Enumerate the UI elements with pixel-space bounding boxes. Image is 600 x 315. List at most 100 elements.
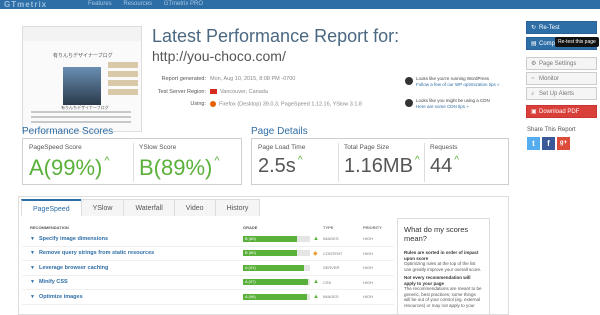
grade-bar-remainder	[308, 279, 310, 286]
grade-bar: B (80)	[243, 250, 297, 257]
grade-bar-remainder	[307, 293, 310, 300]
performance-scores-box: PageSpeed Score A(99%) ^ YSlow Score B(89…	[22, 138, 242, 185]
load-time-value: 2.5s	[258, 155, 296, 177]
recommendation-cell[interactable]: ▼ Leverage browser caching	[22, 265, 243, 271]
table-row[interactable]: ▼ Remove query strings from static resour…	[22, 247, 394, 261]
recommendation-cell[interactable]: ▼ Specify image dimensions	[22, 236, 243, 242]
grade-bar: B (80)	[243, 235, 297, 242]
alerts-button[interactable]: ♪ Set Up Alerts	[526, 87, 597, 100]
generated-label: Report generated:	[161, 76, 206, 83]
report-url: http://you-choco.com/	[152, 48, 286, 64]
monitor-icon: ~	[531, 76, 535, 82]
alerts-label: Set Up Alerts	[539, 91, 575, 97]
using-value-wrap: Firefox (Desktop) 39.0.3, PageSpeed 1.12…	[210, 101, 362, 107]
type-cell: CSS	[323, 279, 332, 285]
table-row[interactable]: ▼ Leverage browser caching A (91) SERVER HIG…	[22, 261, 394, 276]
grade-cell: B (80) ▲	[243, 235, 323, 242]
trend-up-icon: ▲	[313, 235, 319, 242]
nav-pro[interactable]: GTmetrix PRO	[164, 1, 203, 7]
recommendation-cell[interactable]: ▼ Optimize images	[22, 294, 243, 300]
table-row[interactable]: ▼ Specify image dimensions B (80) ▲ IMAGES HI…	[22, 232, 394, 247]
type-cell: IMAGES	[323, 294, 339, 300]
top-bar: GTmetrix Features Resources GTmetrix PRO	[0, 0, 600, 9]
page-size-up-icon: ^	[414, 155, 420, 166]
firefox-icon	[210, 101, 216, 108]
nav-resources[interactable]: Resources	[123, 1, 152, 7]
recommendation-name: Remove query strings from static resourc…	[38, 250, 155, 257]
thumb-header	[23, 27, 141, 41]
type-cell: SERVER	[323, 265, 340, 271]
yslow-value: B(89%)	[139, 155, 213, 180]
grade-cell: A (96) ▲	[243, 293, 323, 300]
report-tabs: PageSpeed YSlow Waterfall Video History	[21, 199, 261, 216]
gear-icon: ⚙	[531, 61, 537, 67]
expand-arrow-icon[interactable]: ▼	[30, 279, 35, 285]
page-size-value: 1.16MB	[344, 155, 413, 177]
priority-cell: HIGH	[363, 265, 373, 271]
grade-cell: A (91)	[243, 264, 323, 271]
notes-panel: Looks like you're running WordPress Foll…	[405, 76, 500, 120]
download-pdf-button[interactable]: ▣ Download PDF	[526, 105, 597, 118]
requests-label: Requests	[430, 144, 458, 151]
retest-tooltip: Re-test this page	[555, 37, 599, 47]
table-row[interactable]: ▼ Optimize images A (96) ▲ IMAGES HIGH	[22, 290, 394, 305]
load-time-cell: Page Load Time 2.5s ^	[252, 139, 338, 184]
page-settings-button[interactable]: ⚙ Page Settings	[526, 57, 597, 70]
page-details-title: Page Details	[251, 126, 308, 137]
tab-yslow[interactable]: YSlow	[80, 199, 125, 216]
using-value: Firefox (Desktop) 39.0.3, PageSpeed 1.12…	[219, 101, 362, 108]
cdn-tips-link[interactable]: Here are some CDN tips »	[416, 104, 500, 110]
gtmetrix-logo[interactable]: GTmetrix	[4, 0, 47, 9]
facebook-share-icon[interactable]: f	[542, 137, 555, 150]
recommendation-cell[interactable]: ▼ Minify CSS	[22, 279, 243, 285]
grade-bar-remainder	[297, 235, 310, 242]
report-meta: Report generated: Mon, Aug 10, 2015, 8:0…	[140, 73, 362, 111]
type-cell: IMAGES	[323, 236, 339, 242]
region-label: Test Server Region:	[157, 88, 206, 95]
performance-scores-title: Performance Scores	[22, 126, 114, 137]
page-settings-label: Page Settings	[539, 61, 577, 67]
retest-button[interactable]: ↻ Re-Test	[526, 21, 597, 34]
pagespeed-grade: A(99%) ^	[29, 155, 110, 181]
page-size-metric: 1.16MB ^	[344, 155, 420, 178]
grade-cell: A (97) ▲	[243, 279, 323, 286]
wordpress-tips-link[interactable]: Follow a few of our WP optimization tips…	[416, 82, 500, 88]
recommendation-name: Leverage browser caching	[38, 264, 109, 271]
header-grade: GRADE	[243, 225, 258, 230]
grade-bar: A (96)	[243, 293, 307, 300]
pagespeed-up-icon: ^	[104, 155, 110, 167]
top-nav: Features Resources GTmetrix PRO	[88, 0, 213, 8]
expand-arrow-icon[interactable]: ▼	[30, 294, 35, 300]
requests-cell: Requests 44 ^	[424, 139, 510, 184]
region-value: Vancouver, Canada	[220, 88, 268, 95]
table-row[interactable]: ▼ Minify CSS A (97) ▲ CSS HIGH	[22, 276, 394, 290]
nav-features[interactable]: Features	[88, 1, 112, 7]
tab-pagespeed[interactable]: PageSpeed	[21, 199, 82, 216]
twitter-share-icon[interactable]: t	[527, 137, 540, 150]
tab-history[interactable]: History	[214, 199, 261, 216]
recommendation-name: Optimize images	[38, 293, 83, 300]
scores-info-title: What do my scores mean?	[404, 225, 469, 243]
refresh-icon: ↻	[531, 25, 537, 31]
scores-info-p1-bold: Rules are sorted in order of impact upon…	[404, 250, 479, 261]
retest-label: Re-Test	[539, 25, 560, 31]
priority-cell: HIGH	[363, 279, 373, 285]
report-title: Latest Performance Report for:	[152, 26, 400, 46]
monitor-button[interactable]: ~ Monitor	[526, 72, 597, 85]
recommendation-cell[interactable]: ▼ Remove query strings from static resour…	[22, 250, 243, 256]
scores-info-panel: What do my scores mean? Rules are sorted…	[397, 218, 490, 315]
warning-icon: ◆	[313, 250, 318, 257]
grade-bar-remainder	[304, 264, 310, 271]
cdn-note: Looks like you might be using a CDN Here…	[405, 98, 500, 110]
expand-arrow-icon[interactable]: ▼	[30, 250, 35, 256]
expand-arrow-icon[interactable]: ▼	[30, 265, 35, 271]
page-details-box: Page Load Time 2.5s ^ Total Page Size 1.1…	[251, 138, 509, 185]
tab-waterfall[interactable]: Waterfall	[123, 199, 175, 216]
load-time-label: Page Load Time	[258, 144, 306, 151]
tab-video[interactable]: Video	[173, 199, 216, 216]
googleplus-share-icon[interactable]: g+	[557, 137, 570, 150]
requests-value: 44	[430, 155, 453, 177]
expand-arrow-icon[interactable]: ▼	[30, 236, 35, 242]
yslow-label: YSlow Score	[139, 144, 177, 151]
page-size-label: Total Page Size	[344, 144, 390, 151]
